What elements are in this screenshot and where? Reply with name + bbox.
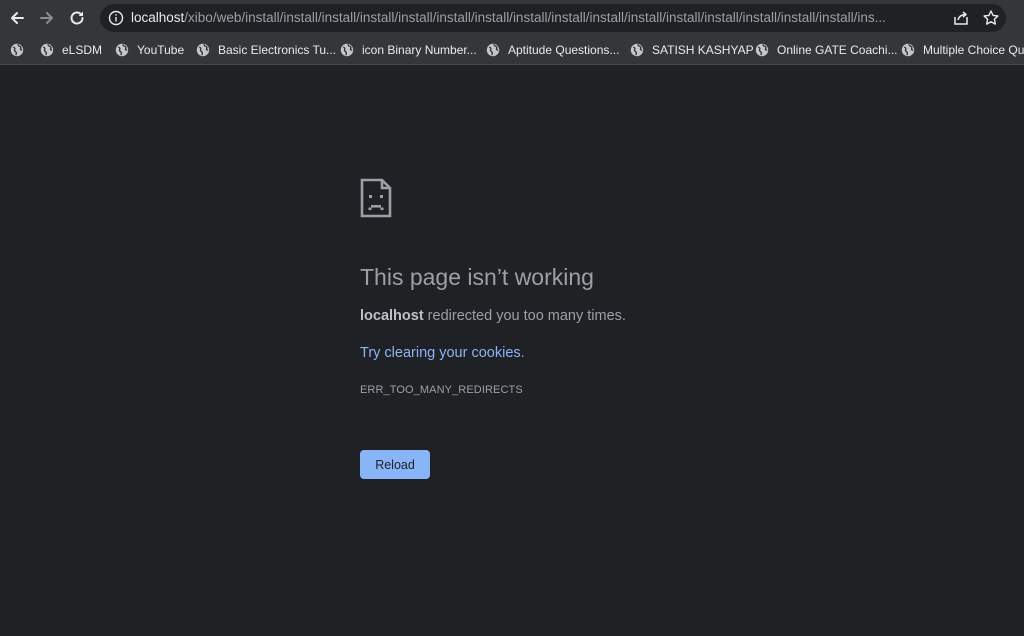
globe-icon [196,43,210,57]
error-summary-text: redirected you too many times. [423,308,626,324]
globe-icon [755,43,769,57]
back-button[interactable] [3,4,31,32]
bookmark-item[interactable]: Aptitude Questions... [486,40,619,60]
bookmark-label: Multiple Choice Qu... [923,43,1024,57]
bookmark-label: eLSDM [62,43,103,57]
address-bar[interactable]: localhost/xibo/web/install/install/insta… [100,4,1006,32]
forward-arrow-icon [40,12,53,24]
globe-icon [630,43,644,57]
bookmark-label: YouTube [137,43,185,57]
bookmark-item[interactable]: Online GATE Coachi... [755,40,898,60]
globe-icon [901,43,915,57]
sad-page-icon [360,178,392,218]
bookmark-item[interactable] [10,40,32,60]
browser-toolbar: localhost/xibo/web/install/install/insta… [0,0,1024,36]
globe-icon [340,43,354,57]
globe-icon [115,43,129,57]
bookmark-item[interactable]: Basic Electronics Tu... [196,40,336,60]
reload-page-button[interactable] [63,4,91,32]
bookmark-item[interactable]: eLSDM [40,40,102,60]
bookmarks-bar: eLSDM YouTube Basic Electronics Tu... ic… [0,36,1024,65]
forward-button[interactable] [33,4,61,32]
bookmark-label: icon Binary Number... [362,43,477,57]
reload-icon [70,11,84,25]
url-path: /xibo/web/install/install/install/instal… [184,10,886,25]
reload-button[interactable]: Reload [360,450,430,479]
globe-icon [10,43,24,57]
error-host: localhost [360,308,424,324]
bookmark-item[interactable]: Multiple Choice Qu... [901,40,1024,60]
error-suggestion: Try clearing your cookies. [360,345,525,361]
star-icon[interactable] [982,9,1000,27]
error-summary: localhost redirected you too many times. [360,308,626,324]
bookmark-label: SATISH KASHYAP [652,43,754,57]
bookmark-label: Online GATE Coachi... [777,43,898,57]
bookmark-item[interactable]: YouTube [115,40,184,60]
share-icon[interactable] [952,9,970,27]
globe-icon [40,43,54,57]
bookmark-label: Basic Electronics Tu... [218,43,337,57]
globe-icon [486,43,500,57]
bookmark-item[interactable]: icon Binary Number... [340,40,477,60]
url-text[interactable]: localhost/xibo/web/install/install/insta… [131,4,941,32]
clear-cookies-link[interactable]: Try clearing your cookies [360,345,521,361]
info-icon[interactable] [108,10,124,26]
error-heading: This page isn’t working [360,264,594,290]
suggestion-end: . [520,345,525,361]
error-code: ERR_TOO_MANY_REDIRECTS [360,384,523,396]
bookmark-item[interactable]: SATISH KASHYAP [630,40,754,60]
bookmark-label: Aptitude Questions... [508,43,620,57]
url-host: localhost [131,10,185,25]
back-arrow-icon [11,12,24,24]
